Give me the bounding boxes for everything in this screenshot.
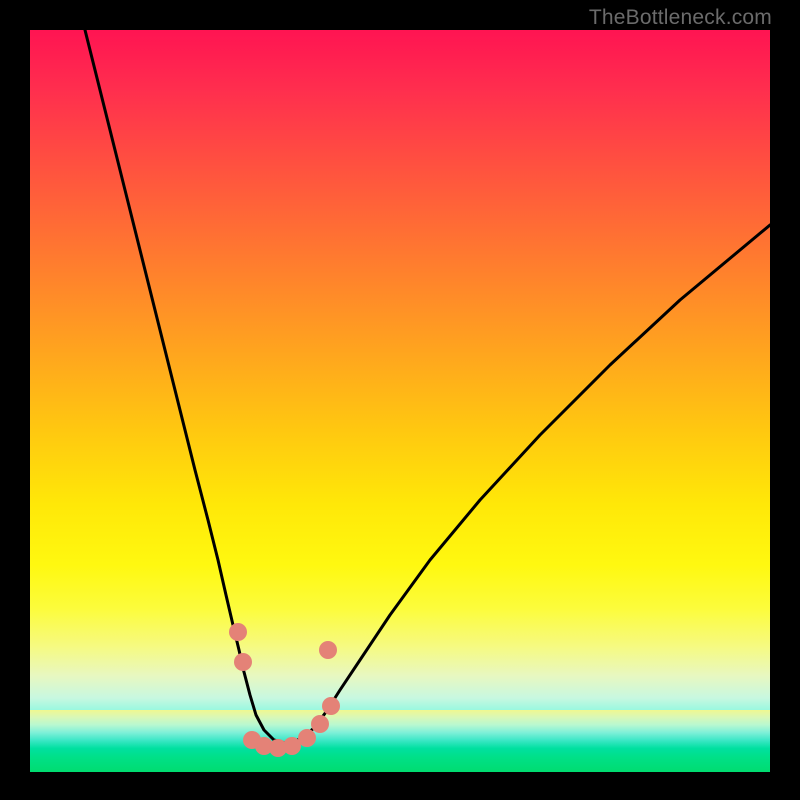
watermark-text: TheBottleneck.com	[589, 6, 772, 30]
heat-gradient-background	[30, 30, 770, 772]
bottom-gradient-band	[30, 710, 770, 772]
plot-area	[30, 30, 770, 772]
